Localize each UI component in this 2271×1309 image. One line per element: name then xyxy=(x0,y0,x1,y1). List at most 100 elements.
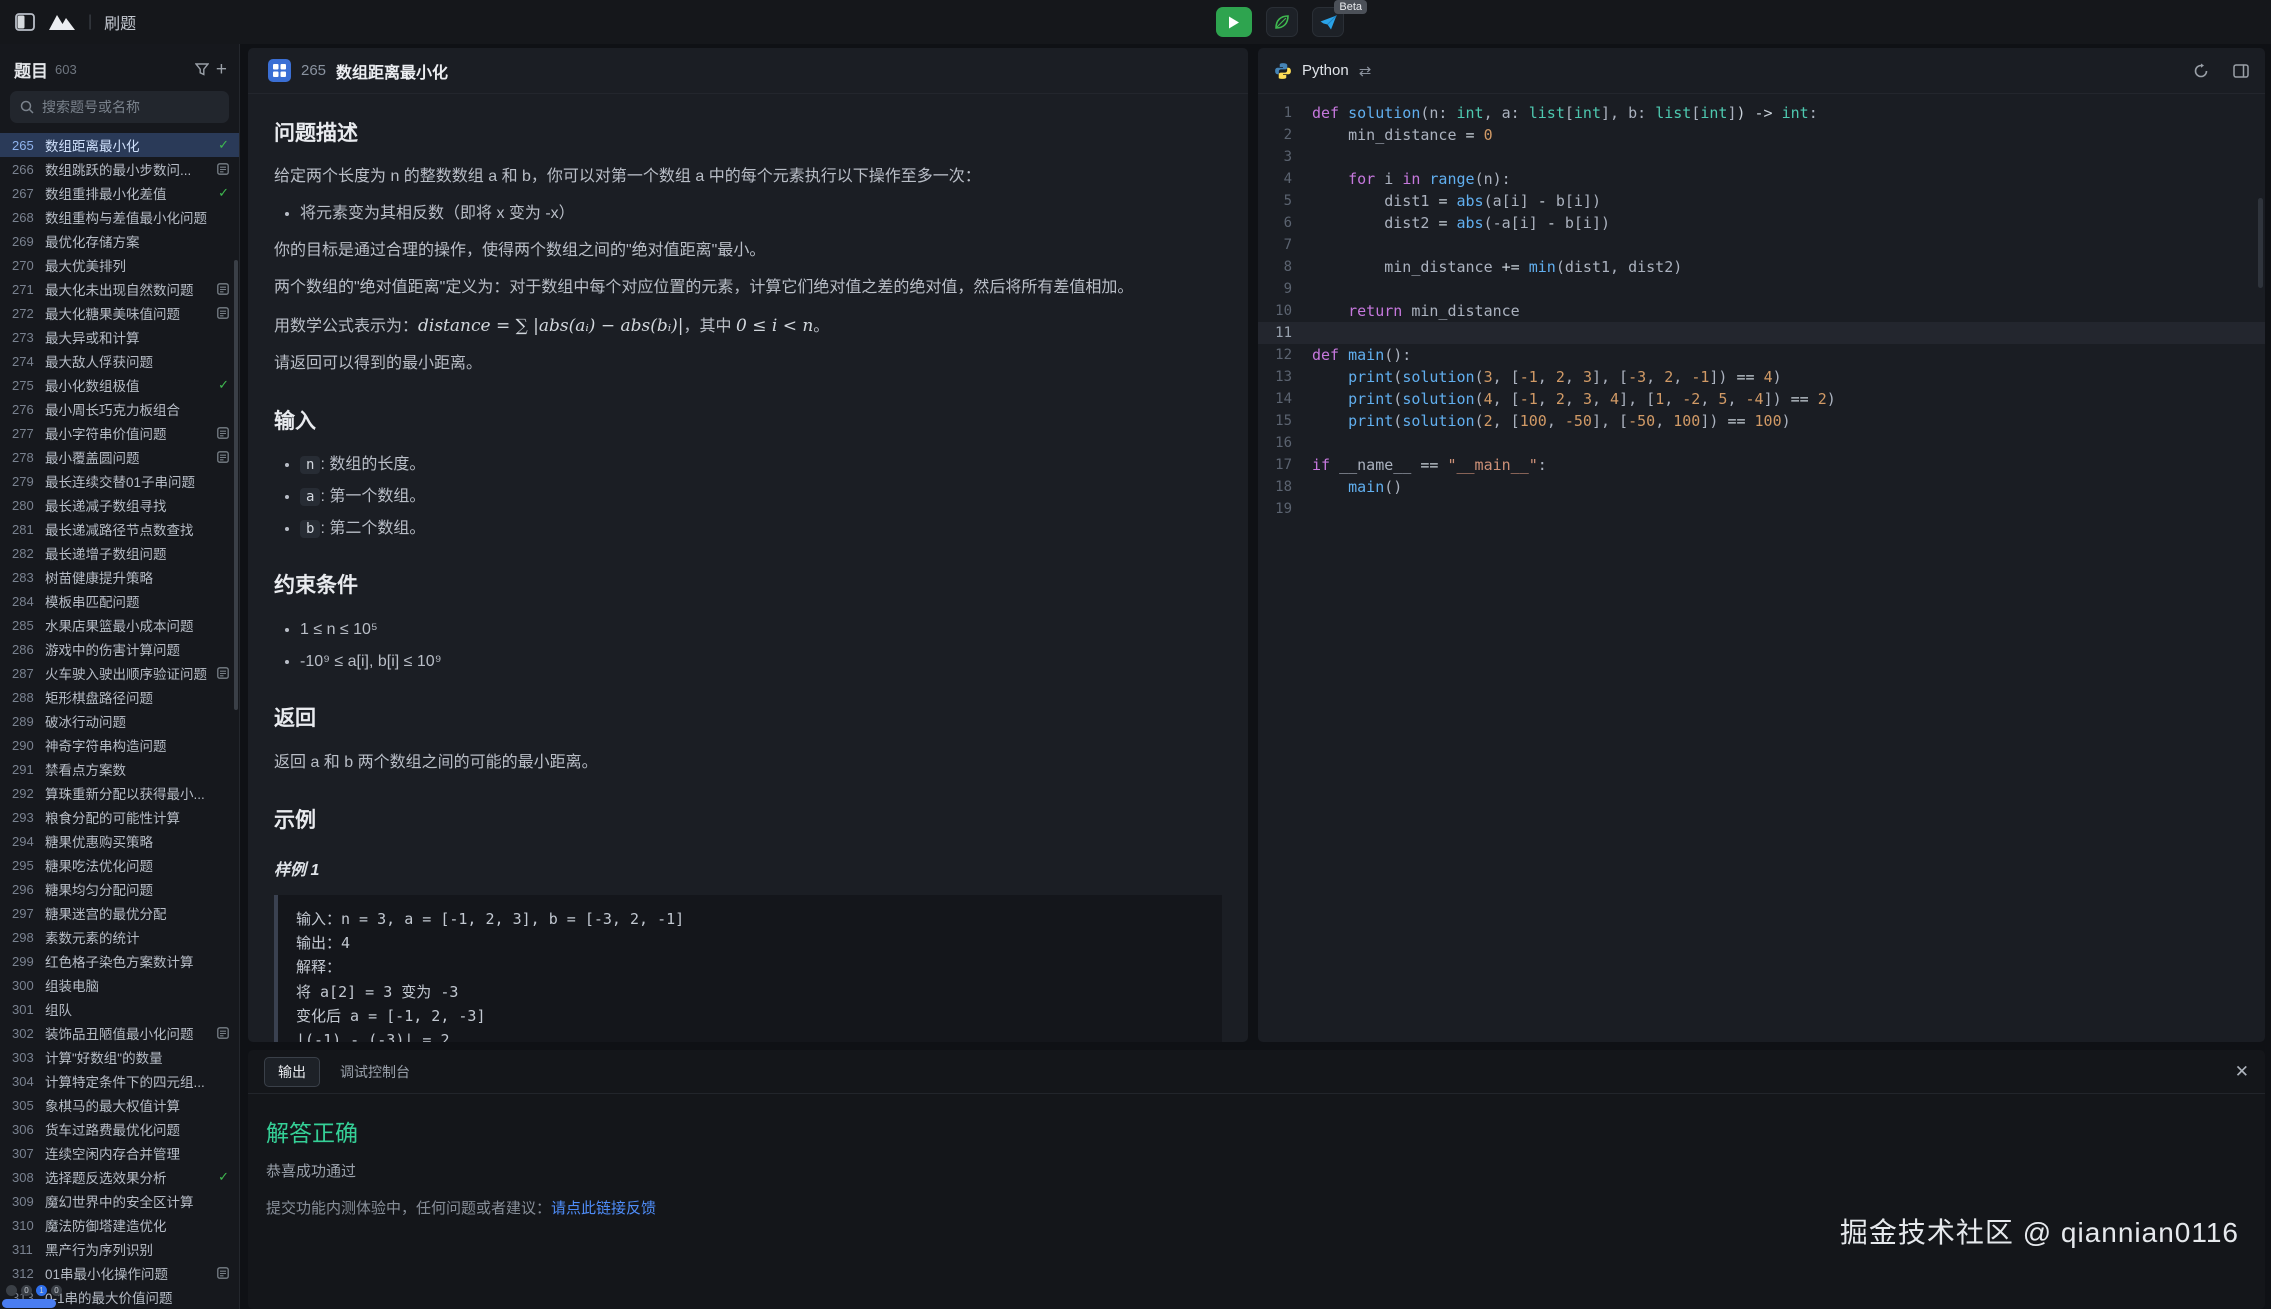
feedback-link[interactable]: 请点此链接反馈 xyxy=(551,1200,656,1217)
list-item[interactable]: 268数组重构与差值最小化问题 xyxy=(0,205,239,229)
layout-panel-icon[interactable] xyxy=(2233,64,2249,78)
list-item[interactable]: 289破冰行动问题 xyxy=(0,709,239,733)
list-item[interactable]: 285水果店果篮最小成本问题 xyxy=(0,613,239,637)
list-item[interactable]: 280最长递减子数组寻找 xyxy=(0,493,239,517)
list-item[interactable]: 296糖果均匀分配问题 xyxy=(0,877,239,901)
list-item[interactable]: 284模板串匹配问题 xyxy=(0,589,239,613)
problem-title: 选择题反选效果分析 xyxy=(45,1167,212,1187)
code-line[interactable]: 4 for i in range(n): xyxy=(1258,168,2265,190)
code-line[interactable]: 15 print(solution(2, [100, -50], [-50, 1… xyxy=(1258,410,2265,432)
code-line[interactable]: 19 xyxy=(1258,498,2265,520)
list-item[interactable]: 286游戏中的伤害计算问题 xyxy=(0,637,239,661)
list-item[interactable]: 283树苗健康提升策略 xyxy=(0,565,239,589)
list-item[interactable]: 307连续空闲内存合并管理 xyxy=(0,1141,239,1165)
list-item[interactable]: 298素数元素的统计 xyxy=(0,925,239,949)
list-item[interactable]: 276最小周长巧克力板组合 xyxy=(0,397,239,421)
code-line[interactable]: 2 min_distance = 0 xyxy=(1258,124,2265,146)
problem-number: 278 xyxy=(12,450,39,465)
list-item[interactable]: 287火车驶入驶出顺序验证问题 xyxy=(0,661,239,685)
reset-code-icon[interactable] xyxy=(2193,63,2209,79)
list-item[interactable]: 295糖果吃法优化问题 xyxy=(0,853,239,877)
brand-logo-icon[interactable] xyxy=(48,13,76,31)
list-item[interactable]: 274最大敌人俘获问题 xyxy=(0,349,239,373)
code-line[interactable]: 13 print(solution(3, [-1, 2, 3], [-3, 2,… xyxy=(1258,366,2265,388)
list-item[interactable]: 291禁看点方案数 xyxy=(0,757,239,781)
list-item[interactable]: 31201串最小化操作问题 xyxy=(0,1261,239,1285)
tab-output[interactable]: 输出 xyxy=(264,1057,320,1087)
code-line[interactable]: 8 min_distance += min(dist1, dist2) xyxy=(1258,256,2265,278)
editor-code[interactable]: 1def solution(n: int, a: list[int], b: l… xyxy=(1258,94,2265,1042)
list-item[interactable]: 309魔幻世界中的安全区计算 xyxy=(0,1189,239,1213)
search-input[interactable]: 搜索题号或名称 xyxy=(10,91,229,123)
code-line[interactable]: 9 xyxy=(1258,278,2265,300)
list-item[interactable]: 272最大化糖果美味值问题 xyxy=(0,301,239,325)
list-item[interactable]: 265数组距离最小化✓ xyxy=(0,133,239,157)
list-item[interactable]: 302装饰品丑陋值最小化问题 xyxy=(0,1021,239,1045)
list-item[interactable]: 292算珠重新分配以获得最小... xyxy=(0,781,239,805)
code-line[interactable]: 16 xyxy=(1258,432,2265,454)
list-item[interactable]: 306货车过路费最优化问题 xyxy=(0,1117,239,1141)
status-dot: 0 xyxy=(51,1285,62,1296)
list-item[interactable]: 271最大化未出现自然数问题 xyxy=(0,277,239,301)
share-beta-button[interactable]: Beta xyxy=(1312,7,1344,37)
list-item[interactable]: 300组装电脑 xyxy=(0,973,239,997)
list-item[interactable]: 273最大异或和计算 xyxy=(0,325,239,349)
list-item[interactable]: 269最优化存储方案 xyxy=(0,229,239,253)
code-line[interactable]: 10 return min_distance xyxy=(1258,300,2265,322)
list-item[interactable]: 293粮食分配的可能性计算 xyxy=(0,805,239,829)
list-item[interactable]: 297糖果迷宫的最优分配 xyxy=(0,901,239,925)
list-item[interactable]: 308选择题反选效果分析✓ xyxy=(0,1165,239,1189)
problem-number: 312 xyxy=(12,1266,39,1281)
add-problem-button[interactable]: + xyxy=(216,59,227,81)
list-item[interactable]: 270最大优美排列 xyxy=(0,253,239,277)
sidebar-scrollbar[interactable] xyxy=(234,260,238,710)
list-item[interactable]: 305象棋马的最大权值计算 xyxy=(0,1093,239,1117)
code-line[interactable]: 17if __name__ == "__main__": xyxy=(1258,454,2265,476)
list-item[interactable]: 278最小覆盖圆问题 xyxy=(0,445,239,469)
list-item[interactable]: 266数组跳跃的最小步数问... xyxy=(0,157,239,181)
list-item[interactable]: 279最长连续交替01子串问题 xyxy=(0,469,239,493)
list-item[interactable]: 304计算特定条件下的四元组... xyxy=(0,1069,239,1093)
close-icon[interactable]: ✕ xyxy=(2235,1062,2249,1082)
plant-button[interactable] xyxy=(1266,7,1298,37)
list-item[interactable]: 311黑产行为序列识别 xyxy=(0,1237,239,1261)
description-bullet: 将元素变为其相反数（即将 x 变为 -x） xyxy=(300,201,1222,228)
code-line[interactable]: 7 xyxy=(1258,234,2265,256)
list-item[interactable]: 294糖果优惠购买策略 xyxy=(0,829,239,853)
list-item[interactable]: 267数组重排最小化差值✓ xyxy=(0,181,239,205)
list-item[interactable]: 303计算"好数组"的数量 xyxy=(0,1045,239,1069)
list-item[interactable]: 288矩形棋盘路径问题 xyxy=(0,685,239,709)
editor-scrollbar[interactable] xyxy=(2258,198,2263,288)
problem-header-number: 265 xyxy=(301,62,326,79)
problem-number: 281 xyxy=(12,522,39,537)
line-number: 4 xyxy=(1258,168,1312,190)
code-line[interactable]: 3 xyxy=(1258,146,2265,168)
problem-count: 603 xyxy=(55,62,77,77)
notes-icon xyxy=(217,427,229,439)
list-item[interactable]: 277最小字符串价值问题 xyxy=(0,421,239,445)
run-button[interactable] xyxy=(1216,7,1252,37)
tab-debug-console[interactable]: 调试控制台 xyxy=(340,1062,410,1082)
code-line[interactable]: 5 dist1 = abs(a[i] - b[i]) xyxy=(1258,190,2265,212)
sidebar-toggle-icon[interactable] xyxy=(14,11,36,33)
code-line[interactable]: 12def main(): xyxy=(1258,344,2265,366)
list-item[interactable]: 299红色格子染色方案数计算 xyxy=(0,949,239,973)
list-item[interactable]: 281最长递减路径节点数查找 xyxy=(0,517,239,541)
list-item[interactable]: 290神奇字符串构造问题 xyxy=(0,733,239,757)
problem-number: 309 xyxy=(12,1194,39,1209)
switch-language-icon[interactable]: ⇄ xyxy=(1359,62,1372,80)
code-line[interactable]: 14 print(solution(4, [-1, 2, 3, 4], [1, … xyxy=(1258,388,2265,410)
paper-plane-icon xyxy=(1320,15,1337,30)
code-line[interactable]: 1def solution(n: int, a: list[int], b: l… xyxy=(1258,102,2265,124)
list-item[interactable]: 301组队 xyxy=(0,997,239,1021)
list-item[interactable]: 282最长递增子数组问题 xyxy=(0,541,239,565)
code-line[interactable]: 6 dist2 = abs(-a[i] - b[i]) xyxy=(1258,212,2265,234)
bottom-scroll-indicator[interactable] xyxy=(2,1299,56,1308)
sample-line: 解释： xyxy=(296,955,1204,979)
list-item[interactable]: 310魔法防御塔建造优化 xyxy=(0,1213,239,1237)
filter-icon[interactable] xyxy=(195,63,209,76)
code-line[interactable]: 18 main() xyxy=(1258,476,2265,498)
list-item[interactable]: 275最小化数组极值✓ xyxy=(0,373,239,397)
problem-number: 275 xyxy=(12,378,39,393)
code-line[interactable]: 11 xyxy=(1258,322,2265,344)
